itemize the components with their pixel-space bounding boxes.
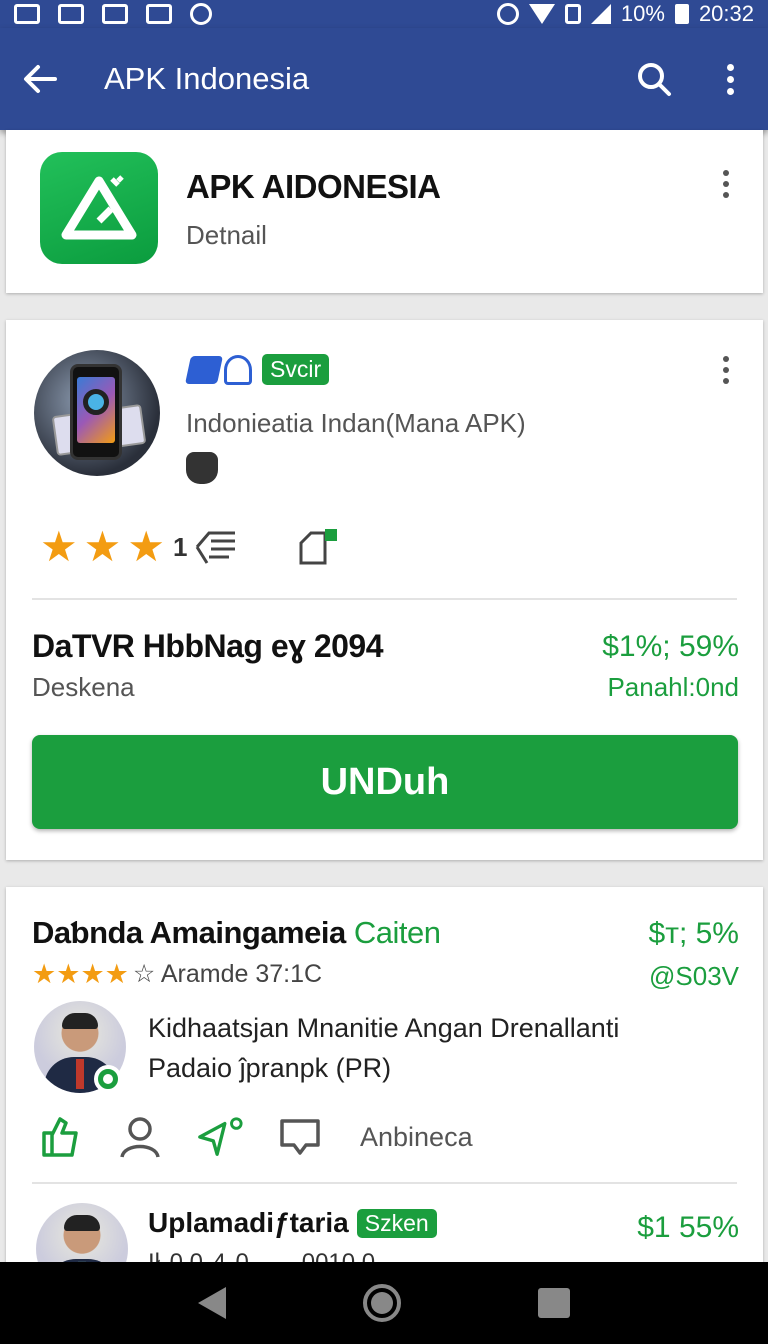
second-item-title-text: Uplamadiƒtaria: [148, 1207, 349, 1238]
app-description: Indonieatia Indan(Mana APK): [186, 408, 526, 438]
price-label: Panahl:0nd: [607, 672, 739, 702]
brand-logo-icon: [185, 355, 223, 384]
status-bar: 10% 20:32: [0, 0, 768, 28]
star-icon: ★: [80, 958, 105, 989]
price-value: $1%; 59%: [602, 630, 739, 663]
app-bar: APK Indonesia: [0, 28, 768, 130]
online-status-icon: [94, 1065, 122, 1093]
review-title: Daƅnda Amaingameia Caiten: [32, 915, 441, 951]
review-stars: ★ ★ ★ ★ ☆ Aramde 37:1С: [32, 959, 322, 989]
app-name: APK AIDONESIA: [186, 168, 441, 205]
star-icon: ★: [56, 958, 81, 989]
review-actions: Anbineca: [36, 1113, 473, 1161]
developer-avatar: [34, 350, 160, 476]
more-vert-icon: [715, 59, 745, 99]
version-title: DaTVR HbbNag eɣ 2094: [32, 628, 384, 664]
app-bar-title: APK Indonesia: [104, 61, 310, 96]
gallery-icon: [58, 4, 84, 24]
developer-glyph-icon: [186, 452, 218, 484]
search-icon: [638, 63, 671, 96]
nav-back-icon[interactable]: [198, 1287, 227, 1319]
status-badge: Svcir: [262, 354, 330, 385]
review-code: @S03V: [649, 961, 739, 991]
review-title-accent: Caiten: [353, 915, 441, 950]
review-title-text: Daƅnda Amaingameia: [32, 915, 346, 950]
version-label: Deskena: [32, 672, 135, 702]
reviews-icon[interactable]: [193, 527, 239, 567]
review-body-line2: Padaio ĵpranpk (PR): [148, 1053, 392, 1083]
second-item-rate: $1 55%: [637, 1211, 739, 1244]
divider: [32, 1182, 737, 1184]
share-tag-icon[interactable]: [295, 527, 341, 567]
app-header-card: APK AIDONESIA Detnail: [6, 130, 763, 293]
divider: [32, 598, 737, 600]
download-button[interactable]: UNDuh: [32, 735, 738, 829]
share-button[interactable]: [196, 1113, 244, 1161]
nav-home-icon[interactable]: [362, 1284, 401, 1322]
publisher-badges: Svcir: [185, 354, 330, 385]
review-rating-text: ☆ Aramde 37:1С: [132, 960, 323, 988]
wifi-icon: [528, 4, 555, 24]
action-label[interactable]: Anbineca: [360, 1122, 473, 1153]
comment-icon: [280, 1119, 320, 1155]
app-subtitle: Detnail: [186, 220, 267, 250]
image-icon: [14, 4, 40, 24]
app-detail-card: Svcir Indonieatia Indan(Mana APK) ★ ★ ★ …: [6, 320, 763, 860]
back-button[interactable]: [0, 28, 80, 130]
battery-icon: [674, 4, 689, 24]
app-header-menu-icon[interactable]: [711, 164, 741, 204]
review-body-line1: Kidhaatsjan Mnanitie Angan Drenallanti: [148, 1013, 620, 1043]
profile-button[interactable]: [116, 1113, 164, 1161]
star-icon: ★: [40, 523, 78, 570]
app-detail-menu-icon[interactable]: [711, 350, 741, 390]
sim-icon: [564, 4, 581, 24]
search-button[interactable]: [616, 39, 692, 119]
arrow-back-icon: [24, 65, 57, 93]
second-item-badge: Szken: [356, 1208, 437, 1238]
sync-icon: [190, 3, 212, 25]
app-logo-icon: [40, 152, 158, 264]
like-button[interactable]: [36, 1113, 84, 1161]
rating-row: ★ ★ ★ 1: [40, 526, 341, 568]
review-rate: $т; 5%: [648, 917, 739, 950]
alarm-icon: [496, 3, 519, 25]
star-icon: ★: [32, 958, 57, 989]
signal-icon: [590, 4, 611, 24]
star-icon: ★: [83, 523, 122, 570]
person-icon: [120, 1117, 160, 1158]
star-icon: ★: [127, 523, 165, 570]
nav-recents-icon[interactable]: [537, 1288, 570, 1318]
thumb-up-icon: [42, 1117, 78, 1157]
calendar-icon: [146, 4, 172, 24]
picture-icon: [102, 4, 128, 24]
review-card: Daƅnda Amaingameia Caiten $т; 5% ★ ★ ★ ★…: [6, 887, 763, 1267]
comment-button[interactable]: [276, 1113, 324, 1161]
battery-percent: 10%: [620, 1, 665, 26]
rating-count: 1: [172, 531, 188, 562]
send-icon: [198, 1117, 243, 1156]
clock: 20:32: [698, 1, 754, 26]
second-item-title: Uplamadiƒtaria Szken: [148, 1207, 437, 1239]
system-nav-bar: [0, 1262, 768, 1344]
star-icon: ★: [104, 958, 129, 989]
user-lock-icon: [224, 354, 252, 385]
overflow-menu-button[interactable]: [692, 39, 768, 119]
reviewer-avatar-2[interactable]: [36, 1203, 128, 1267]
